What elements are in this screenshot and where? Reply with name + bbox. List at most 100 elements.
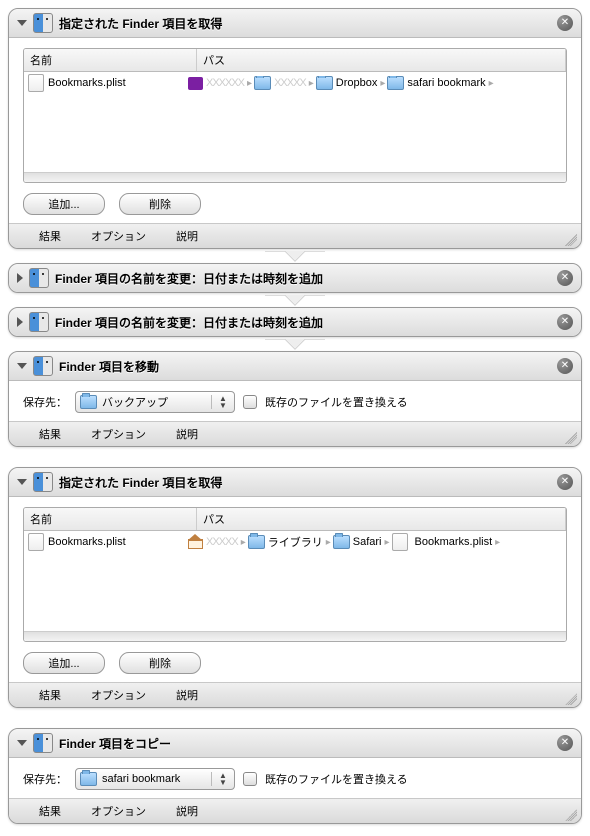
action-header[interactable]: Finder 項目の名前を変更：日付または時刻を追加✕ xyxy=(9,264,581,292)
file-name: Bookmarks.plist xyxy=(48,77,126,89)
resize-grip[interactable] xyxy=(565,809,577,821)
remove-button[interactable]: 削除 xyxy=(119,193,201,215)
action-move: Finder 項目を移動✕保存先：バックアップ▲ ▼既存のファイルを置き換える結… xyxy=(8,351,582,447)
chevron-icon: ▸ xyxy=(495,537,500,548)
finder-icon xyxy=(33,13,53,33)
column-name[interactable]: 名前 xyxy=(24,508,197,530)
list-row[interactable]: Bookmarks.plistXXXXX▸ライブラリ▸Safari▸Bookma… xyxy=(24,531,566,553)
dropdown-arrows-icon: ▲ ▼ xyxy=(211,772,230,786)
path-segment: XXXXXX▸ xyxy=(188,77,252,90)
doc-icon xyxy=(28,74,44,92)
scrollbar[interactable] xyxy=(24,172,566,182)
footer-results[interactable]: 結果 xyxy=(39,426,61,442)
path-label: XXXXXX xyxy=(206,77,244,89)
dest-value: safari bookmark xyxy=(102,773,211,785)
chevron-icon: ▸ xyxy=(326,537,331,548)
footer-description[interactable]: 説明 xyxy=(176,803,198,819)
path-label: Dropbox xyxy=(336,77,378,89)
dropdown-arrows-icon: ▲ ▼ xyxy=(211,395,230,409)
spacer xyxy=(8,451,582,467)
close-button[interactable]: ✕ xyxy=(557,15,573,31)
action-get-items: 指定された Finder 項目を取得✕ 名前パス Bookmarks.plist XX… xyxy=(8,467,582,708)
close-button[interactable]: ✕ xyxy=(557,474,573,490)
close-button[interactable]: ✕ xyxy=(557,270,573,286)
chevron-icon: ▸ xyxy=(247,78,252,89)
close-button[interactable]: ✕ xyxy=(557,735,573,751)
replace-checkbox[interactable] xyxy=(243,772,257,786)
footer-options[interactable]: オプション xyxy=(91,803,146,819)
path-label: Bookmarks.plist xyxy=(415,536,493,548)
list-header: 名前パス xyxy=(24,508,566,531)
footer-description[interactable]: 説明 xyxy=(176,426,198,442)
replace-label: 既存のファイルを置き換える xyxy=(265,771,408,787)
file-name: Bookmarks.plist xyxy=(48,536,126,548)
action-header[interactable]: Finder 項目を移動✕ xyxy=(9,352,581,381)
disclosure-triangle[interactable] xyxy=(17,740,27,746)
path-segment: Dropbox▸ xyxy=(316,76,386,90)
path-label: safari bookmark xyxy=(407,77,485,89)
resize-grip[interactable] xyxy=(565,432,577,444)
footer-options[interactable]: オプション xyxy=(91,426,146,442)
button-row: 追加... 削除 xyxy=(23,652,567,674)
dest-row: 保存先：バックアップ▲ ▼既存のファイルを置き換える xyxy=(23,391,567,413)
remove-button[interactable]: 削除 xyxy=(119,652,201,674)
finder-icon xyxy=(29,268,49,288)
footer-description[interactable]: 説明 xyxy=(176,687,198,703)
resize-grip[interactable] xyxy=(565,693,577,705)
path-segment: ライブラリ▸ xyxy=(248,534,331,550)
action-footer: 結果 オプション 説明 xyxy=(9,682,581,707)
finder-icon xyxy=(33,356,53,376)
add-button[interactable]: 追加... xyxy=(23,193,105,215)
disclosure-triangle[interactable] xyxy=(17,317,23,327)
cell-name: Bookmarks.plist xyxy=(28,533,188,551)
close-button[interactable]: ✕ xyxy=(557,314,573,330)
footer-options[interactable]: オプション xyxy=(91,228,146,244)
disclosure-triangle[interactable] xyxy=(17,363,27,369)
button-row: 追加... 削除 xyxy=(23,193,567,215)
path-segment: XXXXX▸ xyxy=(188,536,246,549)
action-footer: 結果 オプション 説明 xyxy=(9,223,581,248)
disclosure-triangle[interactable] xyxy=(17,479,27,485)
footer-description[interactable]: 説明 xyxy=(176,228,198,244)
finder-icon xyxy=(33,472,53,492)
dest-dropdown[interactable]: safari bookmark▲ ▼ xyxy=(75,768,235,790)
chevron-icon: ▸ xyxy=(241,537,246,548)
replace-label: 既存のファイルを置き換える xyxy=(265,394,408,410)
footer-results[interactable]: 結果 xyxy=(39,803,61,819)
add-button[interactable]: 追加... xyxy=(23,652,105,674)
close-button[interactable]: ✕ xyxy=(557,358,573,374)
dest-value: バックアップ xyxy=(102,394,211,410)
replace-checkbox[interactable] xyxy=(243,395,257,409)
connector xyxy=(8,339,582,353)
action-body: 名前パスBookmarks.plistXXXXX▸ライブラリ▸Safari▸Bo… xyxy=(9,497,581,682)
path-label: XXXXX xyxy=(206,536,238,548)
cell-name: Bookmarks.plist xyxy=(28,74,188,92)
action-title: Finder 項目をコピー xyxy=(59,735,557,752)
dest-dropdown[interactable]: バックアップ▲ ▼ xyxy=(75,391,235,413)
column-path[interactable]: パス xyxy=(197,49,566,71)
path-segment: Bookmarks.plist▸ xyxy=(392,533,501,551)
footer-results[interactable]: 結果 xyxy=(39,228,61,244)
column-name[interactable]: 名前 xyxy=(24,49,197,71)
disclosure-triangle[interactable] xyxy=(17,273,23,283)
chevron-icon: ▸ xyxy=(385,537,390,548)
footer-results[interactable]: 結果 xyxy=(39,687,61,703)
action-header[interactable]: Finder 項目の名前を変更：日付または時刻を追加✕ xyxy=(9,308,581,336)
action-header[interactable]: Finder 項目をコピー✕ xyxy=(9,729,581,758)
list-body: Bookmarks.plistXXXXXX▸XXXXX▸Dropbox▸safa… xyxy=(24,72,566,172)
dest-row: 保存先： safari bookmark▲ ▼ 既存のファイルを置き換える xyxy=(23,768,567,790)
folder-icon xyxy=(254,76,271,90)
footer-options[interactable]: オプション xyxy=(91,687,146,703)
list-row[interactable]: Bookmarks.plistXXXXXX▸XXXXX▸Dropbox▸safa… xyxy=(24,72,566,94)
scrollbar[interactable] xyxy=(24,631,566,641)
dest-label: 保存先： xyxy=(23,771,67,787)
action-header[interactable]: 指定された Finder 項目を取得✕ xyxy=(9,9,581,38)
resize-grip[interactable] xyxy=(565,234,577,246)
action-header[interactable]: 指定された Finder 項目を取得✕ xyxy=(9,468,581,497)
column-path[interactable]: パス xyxy=(197,508,566,530)
action-body: 保存先：バックアップ▲ ▼既存のファイルを置き換える xyxy=(9,381,581,421)
chevron-icon: ▸ xyxy=(380,78,385,89)
path-segment: Safari▸ xyxy=(333,535,390,549)
path-label: XXXXX xyxy=(274,77,306,89)
disclosure-triangle[interactable] xyxy=(17,20,27,26)
